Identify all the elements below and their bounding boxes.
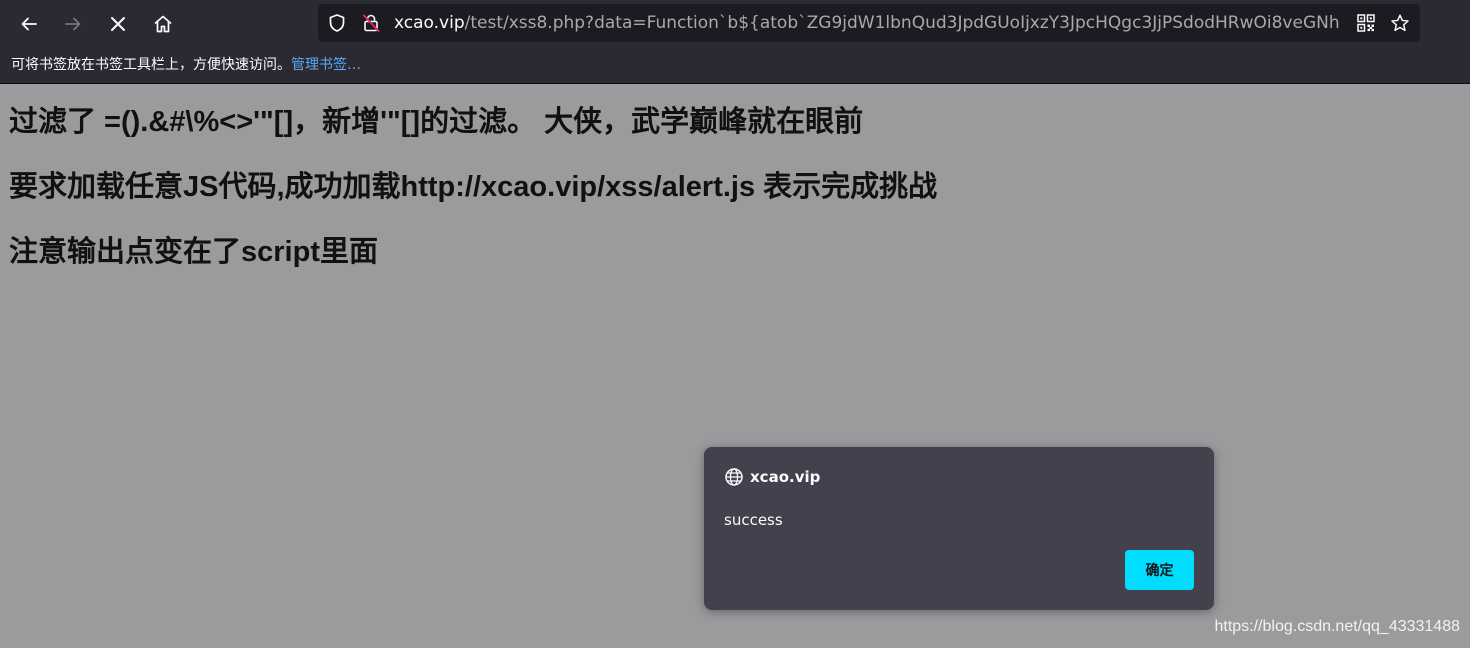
bookmarks-toolbar: 可将书签放在书签工具栏上，方便快速访问。管理书签…: [0, 48, 1470, 84]
forward-button[interactable]: [55, 6, 91, 42]
dialog-message: success: [724, 511, 783, 529]
browser-toolbar: xcao.vip/test/xss8.php?data=Function`b${…: [0, 0, 1470, 48]
star-bookmark-icon[interactable]: [1390, 13, 1410, 33]
qr-code-icon[interactable]: [1356, 13, 1376, 33]
close-icon: [111, 17, 125, 31]
url-host: xcao.vip: [394, 13, 465, 33]
url-bar[interactable]: xcao.vip/test/xss8.php?data=Function`b${…: [318, 4, 1420, 42]
insecure-lock-icon[interactable]: [361, 13, 381, 33]
challenge-goal-heading: 要求加载任意JS代码,成功加载http://xcao.vip/xss/alert…: [9, 171, 938, 203]
manage-bookmarks-link[interactable]: 管理书签…: [291, 57, 361, 73]
arrow-left-icon: [21, 17, 37, 31]
bookmarks-hint: 可将书签放在书签工具栏上，方便快速访问。管理书签…: [11, 48, 361, 83]
url-path: /test/xss8.php?data=Function`b${atob`ZG9…: [464, 13, 1340, 33]
arrow-right-icon: [65, 17, 81, 31]
globe-icon: [725, 468, 743, 486]
alert-dialog: xcao.vip success 确定: [704, 447, 1214, 610]
dialog-origin: xcao.vip: [724, 467, 820, 487]
stop-button[interactable]: [100, 6, 136, 42]
shield-icon[interactable]: [327, 13, 347, 33]
watermark: https://blog.csdn.net/qq_43331488: [1214, 618, 1460, 635]
url-text[interactable]: xcao.vip/test/xss8.php?data=Function`b${…: [394, 4, 1340, 42]
dialog-host-text: xcao.vip: [750, 468, 821, 486]
home-icon: [154, 15, 172, 33]
ok-button[interactable]: 确定: [1125, 550, 1194, 590]
home-button[interactable]: [145, 6, 181, 42]
bookmarks-hint-text: 可将书签放在书签工具栏上，方便快速访问。: [11, 57, 291, 73]
filter-description-heading: 过滤了 =().&#\%<>'"[]，新增'"[]的过滤。 大侠，武学巅峰就在眼…: [9, 106, 864, 138]
output-point-note-heading: 注意输出点变在了script里面: [9, 236, 378, 268]
back-button[interactable]: [11, 6, 47, 42]
